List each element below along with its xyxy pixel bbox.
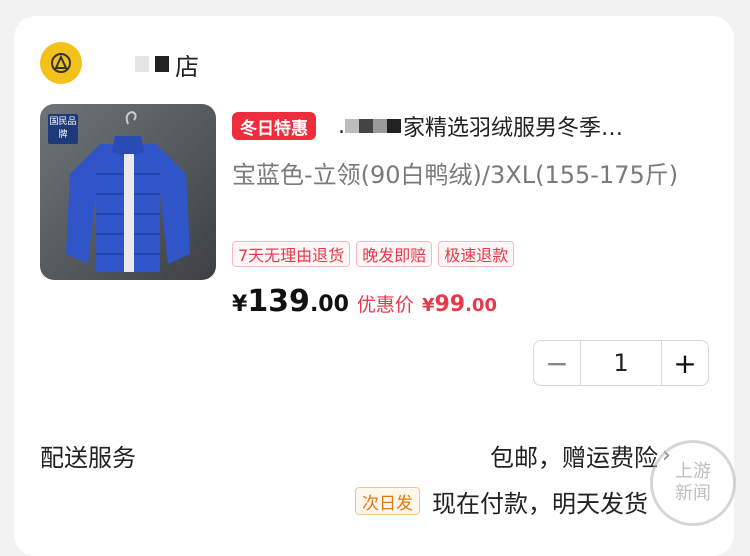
service-tag: 极速退款	[438, 241, 515, 267]
product-title[interactable]: . 家精选羽绒服男冬季…	[338, 110, 713, 142]
product-image[interactable]: 国民品牌	[40, 104, 216, 280]
watermark-line: 上游	[675, 461, 711, 482]
increase-button[interactable]: +	[661, 341, 708, 385]
next-day-tag: 次日发	[355, 487, 420, 515]
redacted-mosaic	[345, 119, 401, 133]
title-text: 家精选羽绒服男冬季…	[403, 116, 624, 141]
shop-logo-icon[interactable]	[40, 42, 82, 84]
service-tags: 7天无理由退货 晚发即赔 极速退款	[232, 241, 515, 267]
promo-tag: 冬日特惠	[232, 112, 316, 140]
redacted-mark	[135, 56, 149, 72]
shop-logo-glyph	[51, 53, 71, 73]
shipping-note: 现在付款，明天发货	[432, 490, 648, 518]
discount-label: 优惠价	[356, 294, 414, 316]
shipping-service[interactable]: 包邮，赠运费险 ›	[490, 438, 671, 473]
service-tag: 7天无理由退货	[232, 241, 351, 267]
shop-name-suffix: 店	[175, 52, 199, 81]
service-tag: 晚发即赔	[356, 241, 433, 267]
price-row: ¥139.00 优惠价 ¥99.00	[232, 284, 497, 328]
redacted-mark	[155, 56, 169, 72]
brand-badge: 国民品牌	[48, 114, 78, 144]
quantity-value[interactable]: 1	[581, 341, 661, 385]
shipping-value: 包邮，赠运费险	[490, 444, 658, 472]
discount-price: ¥99.00	[421, 292, 497, 317]
watermark-logo: 上游 新闻	[650, 440, 736, 526]
decrease-button[interactable]: −	[534, 341, 581, 385]
watermark-line: 新闻	[675, 483, 711, 504]
shipping-label: 配送服务	[40, 444, 136, 472]
shop-name[interactable]: 店	[135, 47, 199, 81]
price: ¥139.00	[232, 284, 349, 319]
title-prefix: .	[338, 113, 345, 139]
product-spec[interactable]: 宝蓝色-立领(90白鸭绒)/3XL(155-175斤)	[232, 156, 702, 194]
quantity-stepper[interactable]: − 1 +	[533, 340, 709, 386]
